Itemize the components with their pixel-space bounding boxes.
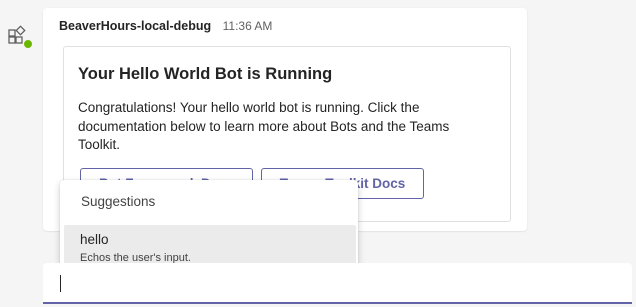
text-cursor <box>60 275 61 292</box>
suggestions-title: Suggestions <box>81 194 156 209</box>
message-timestamp: 11:36 AM <box>222 19 273 33</box>
compose-box[interactable] <box>43 263 632 304</box>
bot-avatar[interactable] <box>7 25 33 51</box>
card-body: Congratulations! Your hello world bot is… <box>78 100 450 152</box>
suggestions-popup: Suggestions hello Echos the user's input… <box>60 180 358 273</box>
presence-available-icon <box>23 39 33 49</box>
sender-name[interactable]: BeaverHours-local-debug <box>59 19 211 33</box>
suggestion-command: hello <box>80 232 109 247</box>
card-title: Your Hello World Bot is Running <box>78 65 333 83</box>
message-header: BeaverHours-local-debug 11:36 AM <box>59 19 272 33</box>
